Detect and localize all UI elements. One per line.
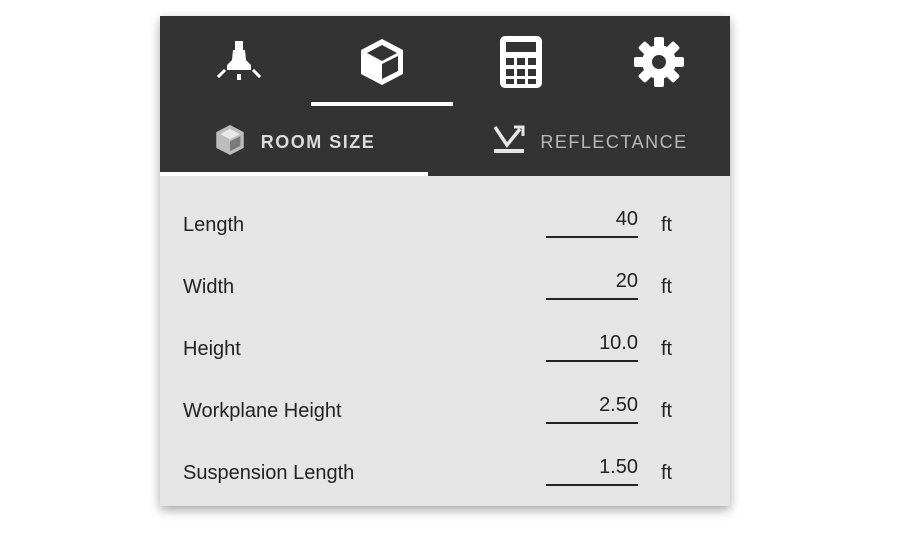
suspension-length-input[interactable] — [546, 450, 638, 486]
tab-lighting[interactable] — [168, 16, 310, 108]
width-input[interactable] — [546, 264, 638, 300]
field-label: Width — [183, 276, 235, 298]
tab-room-size-label: ROOM SIZE — [260, 131, 376, 152]
calculator-icon — [497, 34, 545, 90]
unit-label: ft — [661, 276, 673, 298]
active-subtab-indicator — [160, 172, 428, 176]
panel-header: ROOM SIZE REFLECTANCE — [160, 16, 730, 176]
field-label: Suspension Length — [183, 462, 355, 484]
cube-icon — [213, 123, 247, 162]
tab-room-size[interactable]: ROOM SIZE — [160, 108, 428, 176]
field-label: Height — [183, 338, 241, 360]
tab-reflectance-label: REFLECTANCE — [540, 131, 688, 152]
form-row-length: Length ft — [160, 198, 730, 260]
unit-label: ft — [661, 400, 673, 422]
form-row-height: Height ft — [160, 322, 730, 384]
field-label: Length — [183, 214, 245, 236]
gear-icon — [633, 36, 685, 88]
unit-label: ft — [661, 214, 673, 236]
length-input[interactable] — [546, 202, 638, 238]
height-input[interactable] — [546, 326, 638, 362]
tab-calculator[interactable] — [450, 16, 592, 108]
reflectance-icon — [492, 123, 526, 162]
unit-label: ft — [661, 338, 673, 360]
tab-room[interactable] — [311, 16, 453, 108]
cube-icon — [356, 36, 408, 88]
form-row-workplane-height: Workplane Height ft — [160, 384, 730, 446]
ceiling-lamp-icon — [215, 38, 263, 86]
form-row-width: Width ft — [160, 260, 730, 322]
field-label: Workplane Height — [183, 400, 342, 422]
tab-reflectance[interactable]: REFLECTANCE — [456, 108, 724, 176]
active-tab-indicator — [311, 102, 453, 106]
room-settings-panel: ROOM SIZE REFLECTANCE Length ft Width ft… — [160, 16, 730, 506]
form-row-suspension-length: Suspension Length ft — [160, 446, 730, 508]
workplane-height-input[interactable] — [546, 388, 638, 424]
unit-label: ft — [661, 462, 673, 484]
tab-settings[interactable] — [588, 16, 730, 108]
